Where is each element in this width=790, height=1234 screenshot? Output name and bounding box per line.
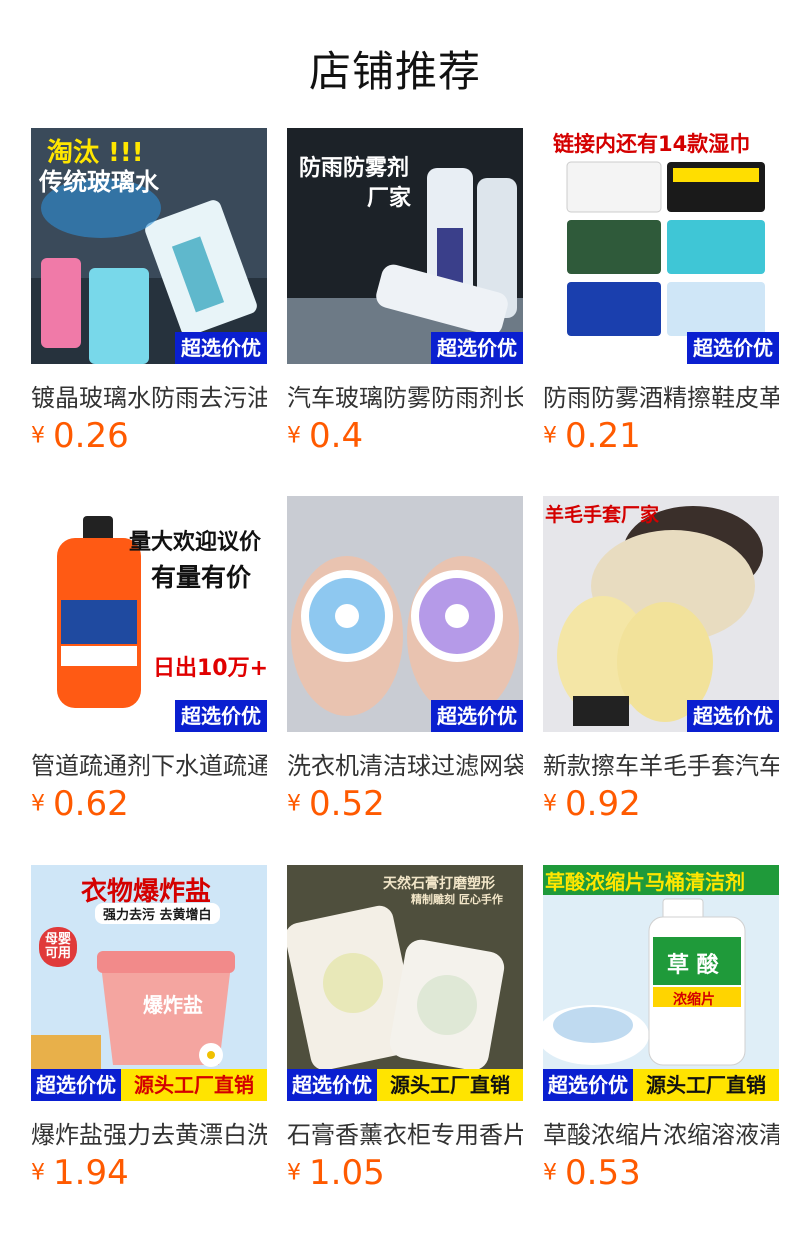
overlay-text: 母婴可用 (39, 927, 77, 967)
product-title[interactable]: 爆炸盐强力去黄漂白洗衣 (31, 1115, 267, 1147)
section-title: 店铺推荐 (308, 47, 481, 96)
product-image[interactable]: 防雨防雾剂 厂家 超选价优 (287, 128, 523, 364)
promo-badge: 超选价优 (687, 332, 779, 364)
currency-symbol: ¥ (31, 1160, 45, 1186)
product-title[interactable]: 汽车玻璃防雾防雨剂长效 (287, 378, 523, 410)
price-value: 0.4 (309, 416, 364, 456)
product-price: ¥0.53 (543, 1153, 641, 1193)
overlay-text: 量大欢迎议价 (129, 530, 262, 555)
price-value: 0.92 (565, 784, 641, 824)
product-title[interactable]: 镀晶玻璃水防雨去污油膜 (31, 378, 267, 410)
factory-direct-badge: 源头工厂直销 (633, 1069, 779, 1101)
product-price: ¥0.21 (543, 416, 641, 456)
promo-badge: 超选价优 (287, 1069, 377, 1101)
overlay-text: 链接内还有14款湿巾 (553, 132, 751, 156)
price-value: 1.05 (309, 1153, 385, 1193)
product-image[interactable]: 超选价优 (287, 496, 523, 732)
product-price: ¥0.52 (287, 784, 385, 824)
product-price: ¥1.05 (287, 1153, 385, 1193)
currency-symbol: ¥ (543, 423, 557, 449)
overlay-text: 草酸浓缩片马桶清洁剂 (545, 870, 745, 894)
currency-symbol: ¥ (31, 791, 45, 817)
product-image[interactable]: 淘汰 !!! 传统玻璃水 超选价优 (31, 128, 267, 364)
product-price: ¥0.92 (543, 784, 641, 824)
overlay-text: 强力去污 去黄增白 (95, 903, 220, 924)
overlay-text: 有量有价 (151, 563, 252, 592)
promo-badge: 超选价优 (31, 1069, 121, 1101)
currency-symbol: ¥ (31, 423, 45, 449)
price-value: 0.26 (53, 416, 129, 456)
factory-direct-badge: 源头工厂直销 (377, 1069, 523, 1101)
promo-badge: 超选价优 (543, 1069, 633, 1101)
overlay-text: 天然石膏打磨塑形 (383, 876, 495, 892)
overlay-text: 浓缩片 (673, 992, 715, 1008)
currency-symbol: ¥ (287, 423, 301, 449)
price-value: 0.52 (309, 784, 385, 824)
overlay-text: 羊毛手套厂家 (545, 504, 660, 526)
product-price: ¥1.94 (31, 1153, 129, 1193)
overlay-text: 精制雕刻 匠心手作 (411, 893, 503, 906)
overlay-text: 厂家 (367, 186, 412, 211)
currency-symbol: ¥ (543, 1160, 557, 1186)
promo-badge: 超选价优 (175, 700, 267, 732)
factory-direct-badge: 源头工厂直销 (121, 1069, 267, 1101)
product-image[interactable]: 链接内还有14款湿巾 超选价优 (543, 128, 779, 364)
currency-symbol: ¥ (287, 791, 301, 817)
product-price: ¥0.62 (31, 784, 129, 824)
product-title[interactable]: 洗衣机清洁球过滤网袋除毛 (287, 746, 523, 778)
promo-badge: 超选价优 (431, 700, 523, 732)
price-value: 1.94 (53, 1153, 129, 1193)
currency-symbol: ¥ (287, 1160, 301, 1186)
product-price: ¥0.26 (31, 416, 129, 456)
product-image[interactable]: 天然石膏打磨塑形 精制雕刻 匠心手作 超选价优 源头工厂直销 (287, 865, 523, 1101)
price-value: 0.53 (565, 1153, 641, 1193)
product-title[interactable]: 草酸浓缩片浓缩溶液清洁剂 (543, 1115, 779, 1147)
overlay-text: 草 酸 (667, 953, 719, 978)
product-title[interactable]: 防雨防雾酒精擦鞋皮革湿巾 (543, 378, 779, 410)
product-price: ¥0.4 (287, 416, 363, 456)
product-image[interactable]: 羊毛手套厂家 超选价优 (543, 496, 779, 732)
overlay-text: 爆炸盐 (143, 993, 203, 1017)
promo-badge: 超选价优 (175, 332, 267, 364)
price-value: 0.21 (565, 416, 641, 456)
overlay-text: 日出10万+ (153, 656, 267, 681)
overlay-text: 传统玻璃水 (39, 168, 159, 196)
product-title[interactable]: 新款擦车羊毛手套汽车清洁 (543, 746, 779, 778)
overlay-text: 防雨防雾剂 (299, 156, 410, 181)
product-title[interactable]: 石膏香薰衣柜专用香片挂件 (287, 1115, 523, 1147)
price-value: 0.62 (53, 784, 129, 824)
product-image[interactable]: 草酸浓缩片马桶清洁剂 草 酸 浓缩片 超选价优 源头工厂直销 (543, 865, 779, 1101)
promo-badge: 超选价优 (687, 700, 779, 732)
currency-symbol: ¥ (543, 791, 557, 817)
product-image[interactable]: 衣物爆炸盐 强力去污 去黄增白 母婴可用 爆炸盐 超选价优 源头工厂直销 (31, 865, 267, 1101)
product-title[interactable]: 管道疏通剂下水道疏通强力 (31, 746, 267, 778)
product-image[interactable]: 量大欢迎议价 有量有价 日出10万+ 超选价优 (31, 496, 267, 732)
promo-badge: 超选价优 (431, 332, 523, 364)
